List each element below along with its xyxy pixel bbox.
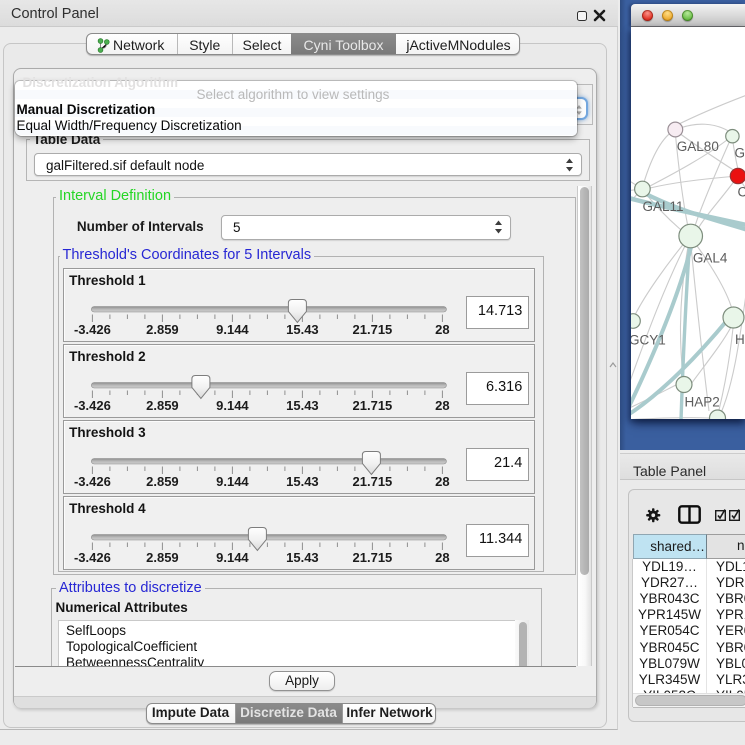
svg-text:GAL11: GAL11 xyxy=(643,199,684,214)
svg-text:-3.426: -3.426 xyxy=(74,474,111,489)
svg-text:28: 28 xyxy=(435,474,449,489)
svg-text:15.43: 15.43 xyxy=(286,398,319,413)
svg-text:-3.426: -3.426 xyxy=(74,398,111,413)
svg-text:C: C xyxy=(738,184,745,199)
svg-text:9.144: 9.144 xyxy=(216,398,249,413)
svg-text:21.715: 21.715 xyxy=(352,474,392,489)
svg-text:GA: GA xyxy=(735,146,745,161)
svg-text:GCY1: GCY1 xyxy=(631,333,666,348)
svg-text:2.859: 2.859 xyxy=(146,322,179,337)
svg-text:HAP2: HAP2 xyxy=(685,395,720,410)
svg-text:28: 28 xyxy=(435,550,449,565)
svg-text:2.859: 2.859 xyxy=(146,550,179,565)
svg-text:21.715: 21.715 xyxy=(352,322,392,337)
svg-text:15.43: 15.43 xyxy=(286,474,319,489)
svg-text:2.859: 2.859 xyxy=(146,474,179,489)
svg-text:9.144: 9.144 xyxy=(216,474,249,489)
svg-text:H: H xyxy=(735,332,745,347)
svg-text:-3.426: -3.426 xyxy=(74,322,111,337)
svg-text:28: 28 xyxy=(435,398,449,413)
svg-text:-3.426: -3.426 xyxy=(74,550,111,565)
svg-text:21.715: 21.715 xyxy=(352,398,392,413)
svg-text:GAL4: GAL4 xyxy=(693,250,728,265)
svg-text:2.859: 2.859 xyxy=(146,398,179,413)
svg-text:15.43: 15.43 xyxy=(286,550,319,565)
svg-text:GAL80: GAL80 xyxy=(677,139,719,154)
svg-text:9.144: 9.144 xyxy=(216,322,249,337)
svg-text:28: 28 xyxy=(435,322,449,337)
svg-text:9.144: 9.144 xyxy=(216,550,249,565)
svg-text:15.43: 15.43 xyxy=(286,322,319,337)
svg-text:21.715: 21.715 xyxy=(352,550,392,565)
